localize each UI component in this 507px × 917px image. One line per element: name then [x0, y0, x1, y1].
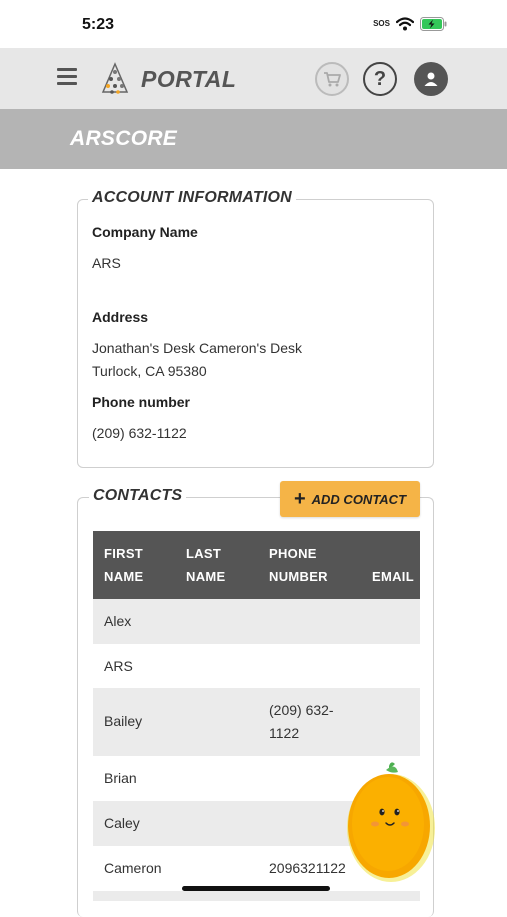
table-row[interactable]: ARS [93, 644, 420, 688]
portal-logo-icon [101, 62, 129, 94]
col-phone-number[interactable]: PHONE NUMBER [269, 542, 328, 588]
account-information-legend: ACCOUNT INFORMATION [88, 189, 296, 207]
page-title: ARSCORE [70, 127, 178, 150]
phone-number-value: (209) 632-1122 [92, 425, 187, 441]
address-line-1: Jonathan's Desk Cameron's Desk [92, 340, 302, 356]
sos-indicator: SOS [373, 19, 390, 28]
table-header: FIRST NAME LAST NAME PHONE NUMBER EMAIL [93, 531, 420, 599]
company-name-label: Company Name [92, 224, 198, 240]
user-avatar-icon [424, 72, 438, 86]
cell-phone-line-2: 1122 [269, 725, 300, 741]
battery-charging-icon [420, 17, 447, 31]
table-row[interactable]: Bailey (209) 632- 1122 [93, 688, 420, 756]
address-line-2: Turlock, CA 95380 [92, 363, 207, 379]
page-title-band: ARSCORE [0, 109, 507, 169]
hamburger-menu-icon[interactable] [57, 68, 77, 86]
cell-first-name: Alex [104, 613, 132, 629]
add-contact-button[interactable]: + ADD CONTACT [280, 481, 420, 517]
table-row[interactable]: Alex [93, 599, 420, 644]
wifi-icon [396, 17, 414, 31]
cell-phone-line-1: (209) 632- [269, 702, 334, 718]
help-button[interactable]: ? [363, 62, 397, 96]
cell-first-name: Cameron [104, 860, 162, 876]
contacts-legend: CONTACTS [89, 487, 187, 505]
status-icons: SOS [373, 17, 447, 31]
mango-mascot-icon[interactable] [345, 760, 437, 884]
col-last-name[interactable]: LAST NAME [186, 542, 225, 588]
app-header: PORTAL ? [0, 48, 507, 109]
cell-first-name: ARS [104, 658, 133, 674]
brand-title: PORTAL [141, 66, 237, 92]
help-icon: ? [373, 67, 387, 90]
company-name-value: ARS [92, 255, 121, 271]
home-indicator[interactable] [182, 886, 330, 891]
cell-phone: 2096321122 [269, 860, 346, 876]
status-time: 5:23 [82, 16, 115, 33]
address-label: Address [92, 309, 149, 325]
col-email[interactable]: EMAIL [372, 565, 414, 588]
cell-first-name: Caley [104, 815, 140, 831]
cell-first-name: Bailey [104, 713, 143, 729]
plus-icon: + [293, 488, 306, 510]
account-information-section: ACCOUNT INFORMATION Company Name ARS Add… [77, 189, 434, 468]
phone-number-label: Phone number [92, 394, 191, 410]
cart-button[interactable] [315, 62, 349, 96]
add-contact-label: ADD CONTACT [311, 491, 407, 507]
col-first-name[interactable]: FIRST NAME [104, 542, 143, 588]
status-bar: 5:23 SOS [0, 0, 507, 48]
user-profile-button[interactable] [414, 62, 448, 96]
cell-first-name: Brian [104, 770, 137, 786]
cart-icon [324, 72, 341, 87]
